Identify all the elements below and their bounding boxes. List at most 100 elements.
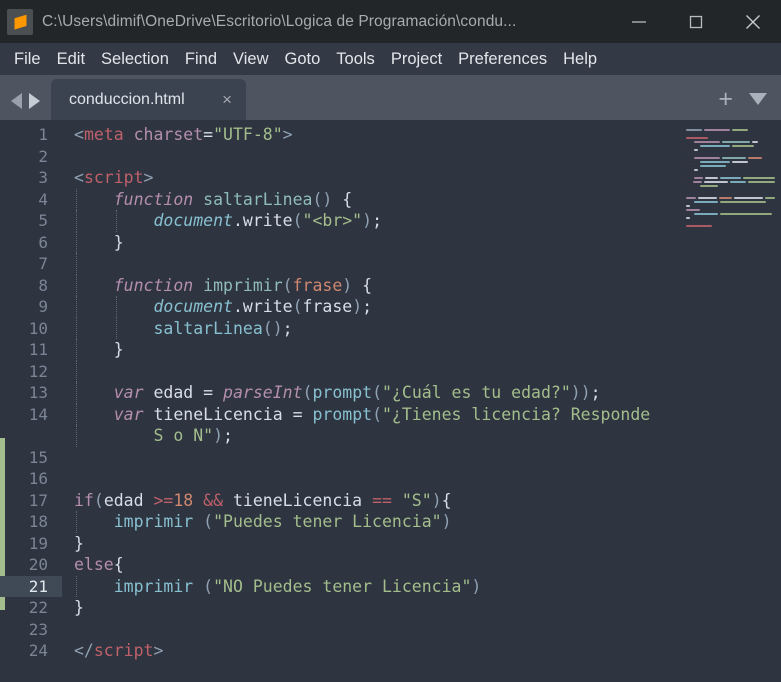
- code-token: "¿Cuál es tu edad?": [382, 383, 571, 402]
- new-tab-icon[interactable]: +: [718, 87, 733, 112]
- code-line[interactable]: S o N");: [62, 425, 781, 447]
- code-line[interactable]: function imprimir(frase) {: [62, 274, 781, 296]
- code-line[interactable]: document.write("<br>");: [62, 210, 781, 232]
- menu-item-preferences[interactable]: Preferences: [450, 47, 555, 72]
- minimap-token: [748, 156, 762, 160]
- minimap-token: [748, 180, 776, 184]
- line-number-8: 8: [38, 275, 48, 295]
- line-number-13: 13: [28, 383, 48, 402]
- indent-guide: [115, 210, 117, 232]
- code-line[interactable]: imprimir ("Puedes tener Licencia"): [62, 511, 781, 533]
- minimize-icon[interactable]: [610, 0, 667, 43]
- minimap-token: [700, 184, 718, 188]
- code-token: &&: [203, 490, 224, 510]
- line-number-2: 2: [38, 146, 48, 166]
- code-line[interactable]: [62, 468, 781, 490]
- menu-item-edit[interactable]: Edit: [49, 47, 93, 72]
- tab-close-icon[interactable]: ×: [192, 91, 232, 108]
- code-line[interactable]: var edad = parseInt(prompt("¿Cuál es tu …: [62, 382, 781, 404]
- code-token: }: [74, 533, 84, 553]
- code-token: meta: [83, 125, 124, 144]
- code-line[interactable]: var tieneLicencia = prompt("¿Tienes lice…: [62, 403, 781, 425]
- indent-guide: [115, 317, 117, 339]
- code-line[interactable]: [62, 360, 781, 382]
- code-line[interactable]: saltarLinea();: [62, 317, 781, 339]
- code-line[interactable]: </script>: [62, 640, 781, 662]
- chevron-right-icon[interactable]: [29, 93, 40, 109]
- code-token: script: [93, 641, 154, 660]
- menu-item-tools[interactable]: Tools: [328, 47, 383, 72]
- minimap-token: [700, 160, 730, 164]
- indent-guide: [76, 274, 77, 296]
- code-token: ;: [282, 318, 293, 338]
- code-content[interactable]: <meta charset="UTF-8"> <script> function …: [62, 120, 781, 682]
- menu-item-selection[interactable]: Selection: [93, 47, 177, 72]
- code-token: .write: [232, 211, 293, 230]
- maximize-icon[interactable]: [667, 0, 724, 43]
- minimap-token: [694, 140, 720, 144]
- minimap-token: [722, 140, 750, 144]
- code-line[interactable]: if(edad >=18 && tieneLicencia == "S"){: [62, 490, 781, 512]
- code-token: >: [143, 168, 154, 187]
- code-token: saltarLinea: [203, 189, 313, 209]
- code-token: imprimir: [203, 275, 283, 295]
- code-line[interactable]: }: [62, 231, 781, 253]
- menu-item-view[interactable]: View: [225, 47, 276, 72]
- minimap-token: [718, 196, 733, 200]
- line-number-15: 15: [28, 447, 48, 467]
- code-token: "NO Puedes tener Licencia": [213, 576, 472, 596]
- code-token: ): [352, 297, 363, 316]
- code-minimap[interactable]: [680, 120, 781, 682]
- code-line[interactable]: else{: [62, 554, 781, 576]
- code-line[interactable]: function saltarLinea() {: [62, 188, 781, 210]
- code-line[interactable]: [62, 253, 781, 275]
- editor-pane[interactable]: 1 2 3 4 5 6 7 8 9 10 11 12 13 14 15 16 17 18 19 20 21 22 23 24 …: [0, 120, 781, 682]
- code-line[interactable]: }: [62, 339, 781, 361]
- minimap-token: [694, 156, 720, 160]
- minimap-token: [686, 160, 698, 164]
- indent-guide: [76, 231, 77, 253]
- chevron-down-icon[interactable]: [749, 93, 767, 105]
- code-line[interactable]: <script>: [62, 167, 781, 189]
- menu-item-help[interactable]: Help: [555, 47, 605, 72]
- code-line[interactable]: imprimir ("NO Puedes tener Licencia"): [62, 575, 781, 597]
- indent-guide: [76, 188, 77, 210]
- code-token: }: [74, 232, 124, 252]
- code-line[interactable]: <meta charset="UTF-8">: [62, 124, 781, 146]
- window-title: C:\Users\dimif\OneDrive\Escritorio\Logic…: [42, 12, 517, 30]
- tab-label: conduccion.html: [69, 90, 185, 108]
- chevron-left-icon[interactable]: [11, 93, 22, 109]
- code-token: (): [312, 189, 333, 209]
- minimap-token: [697, 196, 717, 200]
- code-token: <: [74, 125, 84, 144]
- code-token: }: [74, 340, 124, 359]
- minimap-token: [720, 212, 772, 216]
- code-token: (: [203, 512, 214, 531]
- code-line[interactable]: [62, 146, 781, 168]
- menu-item-goto[interactable]: Goto: [277, 47, 329, 72]
- code-line[interactable]: document.write(frase);: [62, 296, 781, 318]
- indent-guide: [76, 425, 77, 447]
- code-line[interactable]: }: [62, 533, 781, 555]
- line-number-17: 17: [28, 490, 48, 510]
- menu-item-project[interactable]: Project: [383, 47, 450, 72]
- line-number-11: 11: [28, 340, 48, 359]
- code-token: prompt: [312, 404, 373, 424]
- menu-item-find[interactable]: Find: [177, 47, 225, 72]
- tab-conduccion-html[interactable]: conduccion.html ×: [51, 79, 246, 120]
- code-token: S o N": [153, 426, 214, 445]
- code-line[interactable]: [62, 447, 781, 469]
- menu-item-file[interactable]: File: [6, 47, 49, 72]
- minimap-token: [686, 156, 692, 160]
- code-line[interactable]: [62, 619, 781, 641]
- code-line[interactable]: }: [62, 597, 781, 619]
- line-number-21: 21: [0, 575, 62, 597]
- minimap-token: [704, 128, 730, 132]
- close-icon[interactable]: [724, 0, 781, 43]
- code-token: )): [570, 383, 591, 402]
- minimap-token: [765, 196, 775, 200]
